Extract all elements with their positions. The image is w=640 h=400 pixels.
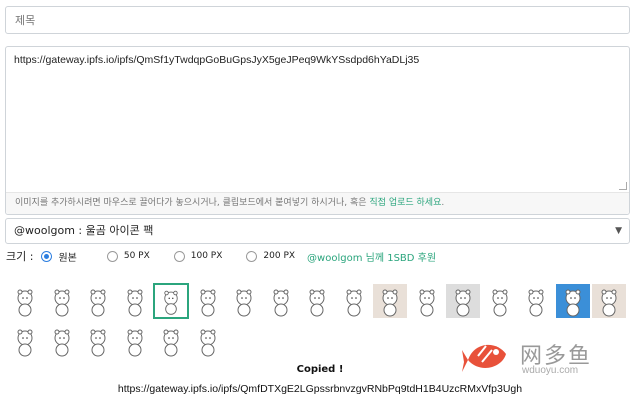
- bear-lying-icon[interactable]: [226, 283, 262, 319]
- radio-button[interactable]: [41, 250, 53, 262]
- size-option-100[interactable]: 100 PX: [173, 250, 223, 262]
- fish-logo-icon: [462, 344, 506, 372]
- size-option-original[interactable]: 원본: [41, 249, 77, 264]
- option-label: 원본: [58, 252, 77, 264]
- bear-flower-icon[interactable]: [117, 323, 153, 359]
- title-input[interactable]: [5, 6, 630, 34]
- bear-crawl-icon[interactable]: [263, 283, 299, 319]
- bear-sleep-icon[interactable]: [409, 283, 445, 319]
- size-options: 크기 : 원본 50 PX 100 PX 200 PX @woolgom 님께 …: [6, 248, 436, 264]
- bear-sit-icon[interactable]: [7, 323, 43, 359]
- bear-umbrella-icon[interactable]: [117, 283, 153, 319]
- bear-scooter-icon[interactable]: [299, 283, 335, 319]
- watermark-sub: wduoyu.com: [522, 365, 579, 376]
- option-label: 50 PX: [123, 251, 150, 261]
- upload-link[interactable]: 직접 업로드 하세요: [369, 198, 441, 208]
- bear-hug-icon[interactable]: [190, 323, 226, 359]
- resize-handle-icon[interactable]: [619, 182, 627, 190]
- bear-cave-icon[interactable]: [445, 283, 481, 319]
- bear-stand-icon[interactable]: [482, 283, 518, 319]
- bear-arms-up-icon[interactable]: [153, 283, 189, 319]
- bear-rabbit-icon[interactable]: [80, 323, 116, 359]
- option-label: 200 PX: [263, 251, 296, 261]
- bear-wall-icon[interactable]: [591, 283, 627, 319]
- bear-back-icon[interactable]: [44, 323, 80, 359]
- post-editor[interactable]: https://gateway.ipfs.io/ipfs/QmSf1yTwdqp…: [5, 46, 630, 215]
- radio-button[interactable]: [246, 250, 258, 262]
- option-label: 100 PX: [190, 251, 223, 261]
- donate-link[interactable]: @woolgom 님께 1SBD 후원: [307, 249, 436, 264]
- hint-text: 이미지를 추가하시려면 마우스로 끌어다가 놓으시거나, 클립보드에서 붙여넣기…: [15, 198, 370, 208]
- copied-url: https://gateway.ipfs.io/ipfs/QmfDTXgE2LG…: [117, 383, 523, 395]
- editor-hint: 이미지를 추가하시려면 마우스로 끌어다가 놓으시거나, 클립보드에서 붙여넣기…: [6, 192, 629, 214]
- bear-bag-icon[interactable]: [44, 283, 80, 319]
- bear-sad-icon[interactable]: [518, 283, 554, 319]
- selected-pack: @woolgom : 울곰 아이콘 팩: [14, 224, 154, 237]
- bear-carry-icon[interactable]: [80, 283, 116, 319]
- bear-jump-icon[interactable]: [555, 283, 591, 319]
- icon-pack-select[interactable]: @woolgom : 울곰 아이콘 팩 ▼: [5, 218, 630, 244]
- chevron-down-icon: ▼: [615, 226, 622, 236]
- watermark: 网多鱼 wduoyu.com: [462, 332, 632, 382]
- radio-button[interactable]: [106, 250, 118, 262]
- bear-fall-icon[interactable]: [153, 323, 189, 359]
- bear-cart-icon[interactable]: [7, 283, 43, 319]
- bear-run-icon[interactable]: [190, 283, 226, 319]
- hint-suffix: .: [441, 198, 445, 208]
- size-label: 크기 :: [6, 250, 34, 263]
- editor-content[interactable]: https://gateway.ipfs.io/ipfs/QmSf1yTwdqp…: [14, 54, 419, 66]
- bear-walk-icon[interactable]: [336, 283, 372, 319]
- size-option-200[interactable]: 200 PX: [246, 250, 296, 262]
- bear-door-icon[interactable]: [372, 283, 408, 319]
- size-option-50[interactable]: 50 PX: [106, 250, 150, 262]
- radio-button[interactable]: [173, 250, 185, 262]
